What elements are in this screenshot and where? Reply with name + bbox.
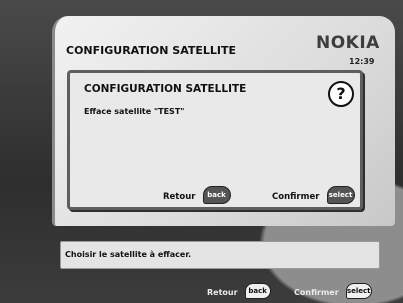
footer-confirm-button[interactable]: Confirmer select <box>294 280 372 299</box>
confirm-dialog: CONFIGURATION SATELLITE ? Efface satelli… <box>67 70 363 210</box>
footer-back-label: Retour <box>207 288 238 297</box>
page-title: CONFIGURATION SATELLITE <box>66 44 237 57</box>
dialog-confirm-button[interactable]: Confirmer select <box>272 184 355 204</box>
dialog-confirm-label: Confirmer <box>272 192 320 202</box>
back-key-icon: back <box>244 282 271 299</box>
question-icon: ? <box>328 81 354 107</box>
select-key-icon: select <box>326 185 355 204</box>
footer-confirm-label: Confirmer <box>294 288 339 297</box>
dialog-back-button[interactable]: Retour back <box>163 184 231 204</box>
dialog-title: CONFIGURATION SATELLITE <box>84 83 247 95</box>
status-bar: Choisir le satellite à effacer. <box>60 241 380 269</box>
dialog-back-label: Retour <box>163 192 196 202</box>
footer-back-button[interactable]: Retour back <box>207 280 271 299</box>
brand-logo: NOKIA <box>316 33 380 53</box>
clock: 12:39 <box>349 57 375 66</box>
status-hint: Choisir le satellite à effacer. <box>65 250 192 259</box>
dialog-message: Efface satellite "TEST" <box>84 107 185 116</box>
back-key-icon: back <box>202 185 231 204</box>
select-key-icon: select <box>345 282 372 299</box>
